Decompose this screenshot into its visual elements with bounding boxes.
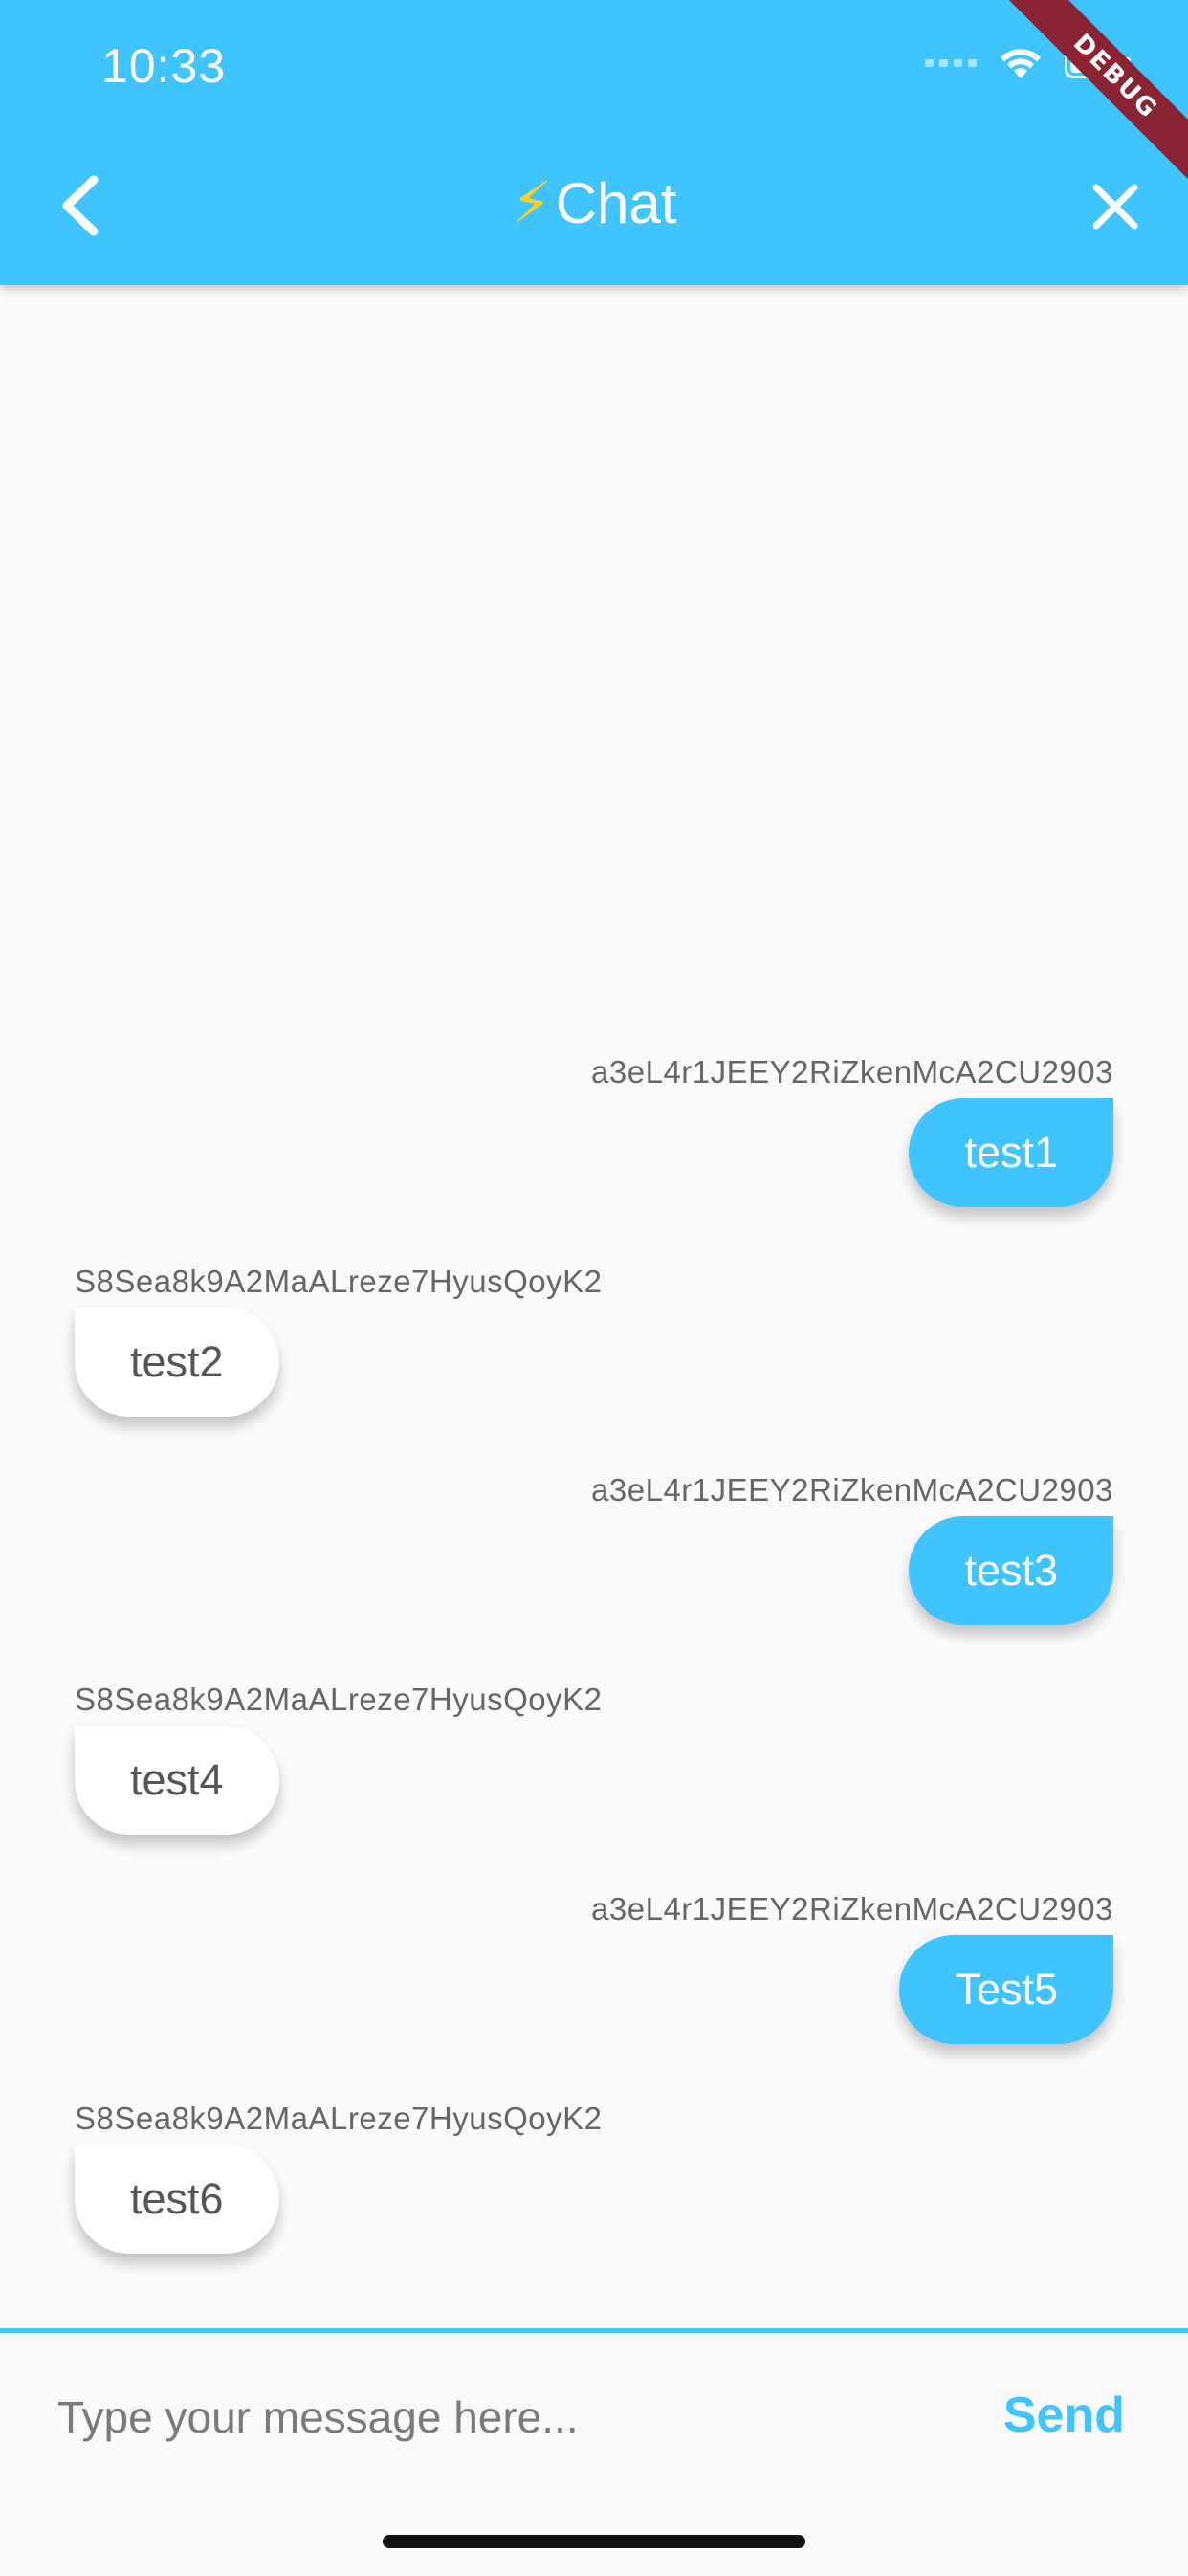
home-indicator[interactable] xyxy=(383,2535,805,2548)
message-bubble[interactable]: test3 xyxy=(909,1516,1113,1625)
message-bubble[interactable]: test2 xyxy=(75,1308,279,1417)
status-time: 10:33 xyxy=(101,39,227,93)
message-input[interactable] xyxy=(55,2383,920,2452)
message-author: S8Sea8k9A2MaALreze7HyusQoyK2 xyxy=(75,1264,603,1299)
signal-icon xyxy=(925,59,977,67)
message-author: S8Sea8k9A2MaALreze7HyusQoyK2 xyxy=(75,1682,603,1717)
message-item: S8Sea8k9A2MaALreze7HyusQoyK2 test6 xyxy=(75,2101,602,2254)
send-button[interactable]: Send xyxy=(1003,2387,1125,2444)
page-title: ⚡Chat xyxy=(0,170,1188,237)
message-bubble[interactable]: test1 xyxy=(909,1098,1113,1207)
message-bubble[interactable]: Test5 xyxy=(899,1935,1113,2044)
message-item: S8Sea8k9A2MaALreze7HyusQoyK2 test4 xyxy=(75,1682,602,1835)
message-author: S8Sea8k9A2MaALreze7HyusQoyK2 xyxy=(75,2101,603,2136)
lightning-icon: ⚡ xyxy=(511,171,552,235)
message-item: a3eL4r1JEEY2RiZkenMcA2CU2903 Test5 xyxy=(591,1891,1113,2044)
page-title-text: Chat xyxy=(555,171,677,235)
close-icon xyxy=(1092,184,1138,230)
message-author: a3eL4r1JEEY2RiZkenMcA2CU2903 xyxy=(591,1891,1113,1926)
wifi-icon xyxy=(1001,49,1041,78)
message-bubble[interactable]: test6 xyxy=(75,2145,279,2254)
message-author: a3eL4r1JEEY2RiZkenMcA2CU2903 xyxy=(591,1054,1113,1090)
message-item: a3eL4r1JEEY2RiZkenMcA2CU2903 test3 xyxy=(591,1472,1113,1625)
app-bar: 10:33 ⚡Chat xyxy=(0,0,1188,285)
message-author: a3eL4r1JEEY2RiZkenMcA2CU2903 xyxy=(591,1472,1113,1508)
message-item: S8Sea8k9A2MaALreze7HyusQoyK2 test2 xyxy=(75,1264,602,1417)
message-item: a3eL4r1JEEY2RiZkenMcA2CU2903 test1 xyxy=(591,1054,1113,1207)
message-list[interactable]: a3eL4r1JEEY2RiZkenMcA2CU2903 test1 S8Sea… xyxy=(0,285,1188,2328)
close-button[interactable] xyxy=(1089,180,1142,233)
message-bubble[interactable]: test4 xyxy=(75,1726,279,1835)
